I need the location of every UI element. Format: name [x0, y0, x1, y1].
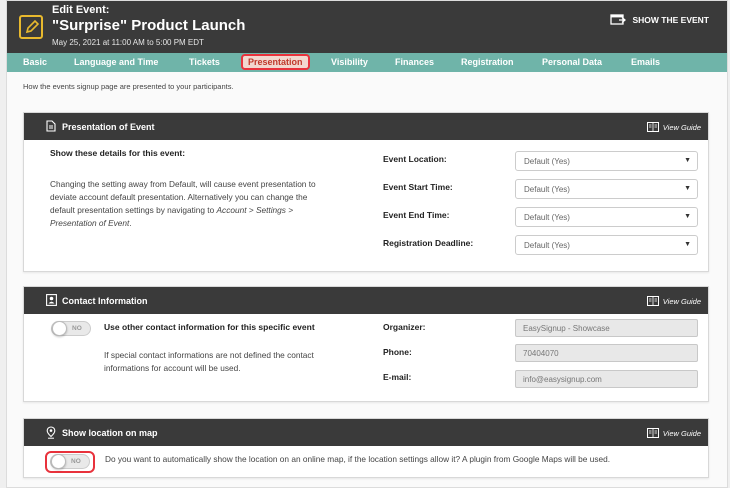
event-start-time-select[interactable]: Default (Yes) ▼	[515, 179, 698, 199]
tab-tickets[interactable]: Tickets	[189, 57, 220, 67]
map-panel: Show location on map View Guide NO Do yo…	[23, 418, 709, 478]
view-guide-label: View Guide	[662, 296, 701, 306]
event-end-time-select[interactable]: Default (Yes) ▼	[515, 207, 698, 227]
edit-event-window: Edit Event: "Surprise" Product Launch Ma…	[6, 0, 728, 488]
view-guide-label: View Guide	[662, 122, 701, 132]
map-pin-icon	[46, 426, 56, 439]
event-location-value: Default (Yes)	[524, 157, 570, 166]
presentation-text-line-2: deviate account default presentation. Al…	[50, 192, 308, 202]
presentation-panel-header: Presentation of Event View Guide	[24, 113, 708, 140]
event-end-time-value: Default (Yes)	[524, 213, 570, 222]
view-guide-label: View Guide	[662, 428, 701, 438]
document-icon	[46, 120, 56, 132]
toggle-knob	[52, 321, 67, 336]
tab-bar: Basic Language and Time Tickets Presenta…	[7, 53, 727, 72]
edit-pencil-icon	[19, 15, 43, 39]
contact-panel: Contact Information View Guide NO Use ot…	[23, 286, 709, 402]
external-window-icon	[610, 14, 627, 25]
tab-emails[interactable]: Emails	[631, 57, 660, 67]
show-map-toggle[interactable]: NO	[50, 454, 90, 469]
presentation-panel: Presentation of Event View Guide Show th…	[23, 112, 709, 272]
presentation-text-line-4: Presentation of Event.	[50, 217, 132, 230]
map-question: Do you want to automatically show the lo…	[105, 454, 611, 464]
presentation-text-line-3: default presentation settings by navigat…	[50, 204, 293, 217]
contact-card-icon	[46, 294, 57, 306]
event-start-time-label: Event Start Time:	[383, 182, 453, 192]
contact-info-toggle[interactable]: NO	[51, 321, 91, 336]
registration-deadline-label: Registration Deadline:	[383, 238, 474, 248]
chevron-down-icon: ▼	[684, 241, 691, 248]
event-header: Edit Event: "Surprise" Product Launch Ma…	[7, 1, 727, 53]
toggle-state-label: NO	[72, 325, 82, 332]
chevron-down-icon: ▼	[684, 185, 691, 192]
contact-note-line-1: If special contact informations are not …	[104, 350, 314, 360]
tab-registration[interactable]: Registration	[461, 57, 514, 67]
event-end-time-label: Event End Time:	[383, 210, 450, 220]
map-panel-header: Show location on map View Guide	[24, 419, 708, 446]
show-event-label: SHOW THE EVENT	[632, 15, 709, 25]
tab-presentation[interactable]: Presentation	[241, 54, 310, 70]
view-guide-link-map[interactable]: View Guide	[646, 428, 701, 438]
tab-language-and-time[interactable]: Language and Time	[74, 57, 158, 67]
registration-deadline-select[interactable]: Default (Yes) ▼	[515, 235, 698, 255]
page-description: How the events signup page are presented…	[23, 82, 234, 91]
tab-visibility[interactable]: Visibility	[331, 57, 368, 67]
presentation-panel-title: Presentation of Event	[62, 122, 155, 132]
toggle-state-label: NO	[71, 458, 81, 465]
presentation-text-line-4-end: .	[129, 218, 132, 228]
book-icon	[646, 296, 659, 306]
book-icon	[646, 122, 659, 132]
event-location-label: Event Location:	[383, 154, 447, 164]
event-title: "Surprise" Product Launch	[52, 17, 246, 34]
event-start-time-value: Default (Yes)	[524, 185, 570, 194]
view-guide-link-contact[interactable]: View Guide	[646, 296, 701, 306]
event-date: May 25, 2021 at 11:00 AM to 5:00 PM EDT	[52, 38, 204, 47]
organizer-field[interactable]: EasySignup - Showcase	[515, 319, 698, 337]
map-panel-title: Show location on map	[62, 428, 158, 438]
toggle-knob	[51, 454, 66, 469]
book-icon	[646, 428, 659, 438]
presentation-subtitle: Show these details for this event:	[50, 148, 186, 158]
registration-deadline-value: Default (Yes)	[524, 241, 570, 250]
presentation-text-line-3a: default presentation settings by navigat…	[50, 205, 217, 215]
settings-path-text: Account > Settings >	[216, 205, 294, 215]
contact-toggle-label: Use other contact information for this s…	[104, 322, 315, 332]
organizer-label: Organizer:	[383, 322, 426, 332]
tab-finances[interactable]: Finances	[395, 57, 434, 67]
contact-panel-title: Contact Information	[62, 296, 148, 306]
tab-basic[interactable]: Basic	[23, 57, 47, 67]
show-event-button[interactable]: SHOW THE EVENT	[610, 14, 709, 26]
tab-personal-data[interactable]: Personal Data	[542, 57, 602, 67]
contact-note-line-2: informations for account will be used.	[104, 363, 241, 373]
contact-panel-header: Contact Information View Guide	[24, 287, 708, 314]
event-location-select[interactable]: Default (Yes) ▼	[515, 151, 698, 171]
presentation-text-line-1: Changing the setting away from Default, …	[50, 179, 316, 189]
view-guide-link-presentation[interactable]: View Guide	[646, 122, 701, 132]
header-pretitle: Edit Event:	[52, 4, 110, 16]
chevron-down-icon: ▼	[684, 157, 691, 164]
chevron-down-icon: ▼	[684, 213, 691, 220]
phone-label: Phone:	[383, 347, 412, 357]
email-field[interactable]: info@easysignup.com	[515, 370, 698, 388]
phone-field[interactable]: 70404070	[515, 344, 698, 362]
page: Edit Event: "Surprise" Product Launch Ma…	[0, 0, 730, 488]
email-label: E-mail:	[383, 372, 412, 382]
presentation-of-event-path: Presentation of Event	[50, 218, 130, 228]
